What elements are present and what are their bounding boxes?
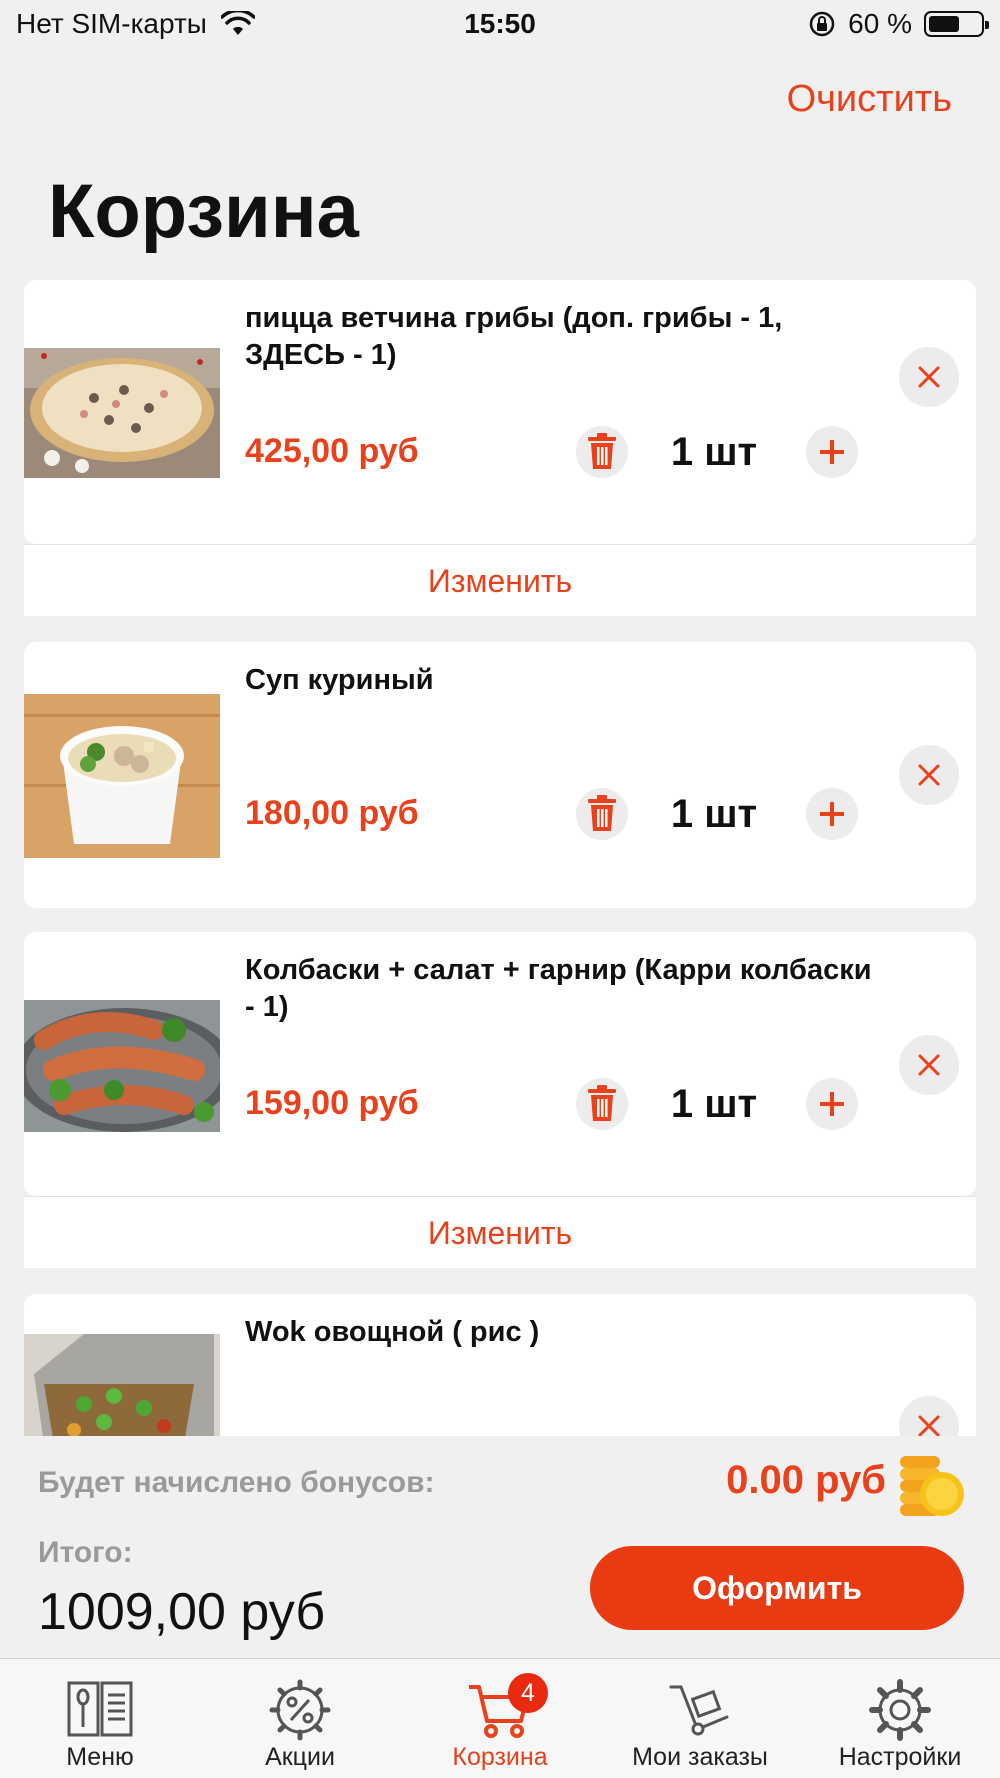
tab-bar: Меню Акции 4 Корзина Мои заказы Настройк…	[0, 1658, 1000, 1778]
tab-label: Настройки	[838, 1743, 962, 1771]
coins-icon	[900, 1456, 964, 1516]
tab-my-orders[interactable]: Мои заказы	[600, 1659, 800, 1778]
cart-list[interactable]: пицца ветчина грибы (доп. грибы - 1, ЗДЕ…	[24, 280, 976, 1436]
item-quantity: 1 шт	[670, 430, 758, 474]
battery-level	[929, 16, 959, 32]
plus-icon	[820, 802, 844, 826]
item-title: Колбаски + салат + гарнир (Карри колбаск…	[245, 954, 872, 1023]
cart-item: Колбаски + салат + гарнир (Карри колбаск…	[24, 932, 976, 1196]
battery-percent: 60 %	[848, 8, 912, 39]
plus-icon	[820, 440, 844, 464]
bonus-label: Будет начислено бонусов:	[38, 1466, 435, 1499]
close-icon	[918, 366, 940, 388]
trash-icon	[588, 1085, 616, 1121]
battery-icon	[924, 11, 989, 37]
item-quantity: 1 шт	[670, 792, 758, 836]
item-title: пицца ветчина грибы (доп. грибы - 1, ЗДЕ…	[245, 302, 783, 371]
delete-button[interactable]	[576, 788, 628, 840]
tab-label: Акции	[265, 1743, 335, 1771]
remove-item-button[interactable]	[899, 1035, 959, 1095]
checkout-button[interactable]: Оформить	[590, 1546, 964, 1630]
item-title: Суп куриный	[245, 664, 434, 696]
cart-count-badge: 4	[508, 1673, 548, 1713]
item-price: 180,00 руб	[245, 794, 419, 832]
cart-item: пицца ветчина грибы (доп. грибы - 1, ЗДЕ…	[24, 280, 976, 544]
item-price: 425,00 руб	[245, 432, 419, 470]
item-title: Wok овощной ( рис )	[245, 1316, 540, 1348]
status-bar: Нет SIM-карты 15:50 60 %	[0, 0, 1000, 52]
item-price: 159,00 руб	[245, 1084, 419, 1122]
tab-cart[interactable]: 4 Корзина	[400, 1659, 600, 1778]
hand-truck-icon	[669, 1685, 729, 1736]
cart-item: Суп куриный 180,00 руб 1 шт	[24, 642, 976, 908]
close-icon	[918, 764, 940, 786]
tab-menu[interactable]: Меню	[0, 1659, 200, 1778]
delete-button[interactable]	[576, 426, 628, 478]
page-title: Корзина	[48, 169, 359, 254]
delete-button[interactable]	[576, 1078, 628, 1130]
remove-item-button[interactable]	[899, 347, 959, 407]
clear-cart-button[interactable]: Очистить	[787, 78, 952, 121]
percent-gear-icon	[269, 1679, 331, 1741]
close-icon	[918, 1054, 940, 1076]
trash-icon	[588, 433, 616, 469]
remove-item-button[interactable]	[899, 745, 959, 805]
order-summary: Будет начислено бонусов: 0.00 руб Итого:…	[0, 1436, 1000, 1658]
status-right: 60 %	[808, 8, 989, 40]
tab-promotions[interactable]: Акции	[200, 1659, 400, 1778]
plus-icon	[820, 1092, 844, 1116]
sausages-photo	[24, 1000, 220, 1132]
total-value: 1009,00 руб	[38, 1583, 326, 1641]
bonus-value: 0.00 руб	[726, 1458, 886, 1502]
close-icon	[918, 1415, 940, 1436]
increase-quantity-button[interactable]	[806, 788, 858, 840]
remove-item-button[interactable]	[899, 1396, 959, 1436]
item-quantity: 1 шт	[670, 1082, 758, 1126]
total-label: Итого:	[38, 1536, 133, 1569]
edit-item-button[interactable]: Изменить	[24, 544, 976, 616]
orientation-lock-icon	[809, 11, 835, 37]
wok-photo	[24, 1334, 220, 1436]
gear-icon	[869, 1679, 931, 1741]
increase-quantity-button[interactable]	[806, 426, 858, 478]
tab-label: Меню	[66, 1743, 134, 1771]
trash-icon	[588, 795, 616, 831]
tab-label: Мои заказы	[632, 1743, 768, 1771]
pizza-photo	[24, 348, 220, 478]
increase-quantity-button[interactable]	[806, 1078, 858, 1130]
cart-item: Wok овощной ( рис )	[24, 1294, 976, 1436]
soup-photo	[24, 694, 220, 858]
menu-book-icon	[67, 1681, 133, 1737]
edit-item-button[interactable]: Изменить	[24, 1196, 976, 1268]
tab-label: Корзина	[452, 1743, 548, 1771]
tab-settings[interactable]: Настройки	[800, 1659, 1000, 1778]
